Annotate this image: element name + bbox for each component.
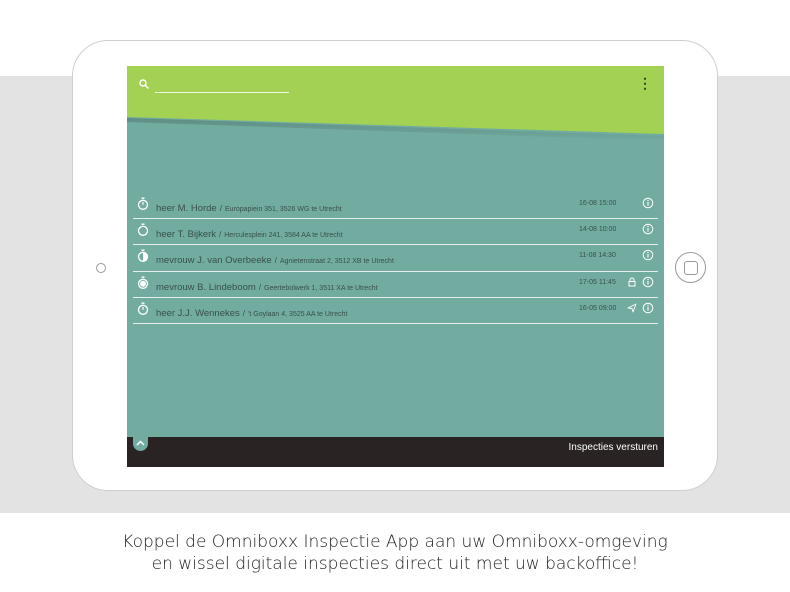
lock-icon [628,277,636,287]
inspection-row[interactable]: mevrouw B. Lindeboom / Geertebolwerk 1, 35… [133,272,658,298]
send-inspections-button[interactable]: Inspecties versturen [569,442,659,453]
inspection-datetime: 17-05 11:45 [579,278,616,286]
tablet-home-button[interactable] [675,252,706,283]
search-icon[interactable] [138,78,150,90]
promo-caption: Koppel de Omniboxx Inspectie App aan uw … [0,531,790,575]
chevron-up-icon [136,440,145,446]
stopwatch-half-icon [137,249,149,263]
search-input[interactable] [155,74,289,93]
info-icon[interactable] [642,197,654,209]
stopwatch-icon [137,197,149,210]
inspection-address: 't Goylaan 4, 3525 AA te Utrecht [248,310,348,318]
caption-line-2: en wissel digitale inspecties direct uit… [151,554,639,574]
send-icon [627,303,637,313]
inspection-address: Herculesplein 241, 3584 AA te Utrecht [224,232,343,240]
inspection-row[interactable]: heer T. Bijkerk / Herculesplein 241, 3584 … [133,219,658,246]
inspection-address: Europapiein 351, 3526 WG te Utrecht [224,206,342,213]
inspection-name: mevrouw J. van Overbeeke [156,255,272,267]
inspection-name: heer T. Bijkerk [156,229,217,241]
inspection-address: Agnietenstraat 2, 3512 XB te Utrecht [279,258,394,266]
stopwatch-icon [137,302,149,315]
inspection-name: heer M. Horde [156,203,217,214]
inspection-datetime: 16-08 15:00 [579,200,617,207]
inspection-name: heer J.J. Wennekes [156,307,240,319]
info-icon[interactable] [642,249,654,261]
stopwatch-empty-icon [137,223,149,237]
inspection-row[interactable]: heer J.J. Wennekes /'t Goylaan 4, 3525 AA… [133,298,658,324]
info-icon[interactable] [642,276,654,288]
stopwatch-full-icon [137,276,149,289]
bottom-bar: Inspecties versturen [127,437,664,467]
inspection-address: Geertebolwerk 1, 3511 XA te Utrecht [264,284,378,292]
inspection-datetime: 14-08 10:00 [579,226,617,234]
inspection-row[interactable]: mevrouw J. van Overbeeke / Agnietenstraat … [133,245,658,272]
tablet-camera [96,263,106,273]
info-icon[interactable] [642,223,654,235]
inspection-datetime: 11-08 14:30 [579,252,616,260]
info-icon[interactable] [642,302,654,314]
vertical-dots-icon[interactable]: ⋮ [638,75,652,91]
caption-line-1: Koppel de Omniboxx Inspectie App aan uw … [122,532,668,552]
expand-button[interactable] [133,437,148,451]
inspection-name: mevrouw B. Lindeboom [156,281,256,293]
inspection-row[interactable]: heer M. Horde / Europapiein 351, 3526 WG t… [133,193,658,220]
inspection-datetime: 16-05 09:00 [579,304,617,312]
inspection-list: heer M. Horde / Europapiein 351, 3526 WG t… [133,193,658,324]
app-screen: ⋮ heer M. Horde / Europapiein 351, 3526 WG… [127,66,664,467]
